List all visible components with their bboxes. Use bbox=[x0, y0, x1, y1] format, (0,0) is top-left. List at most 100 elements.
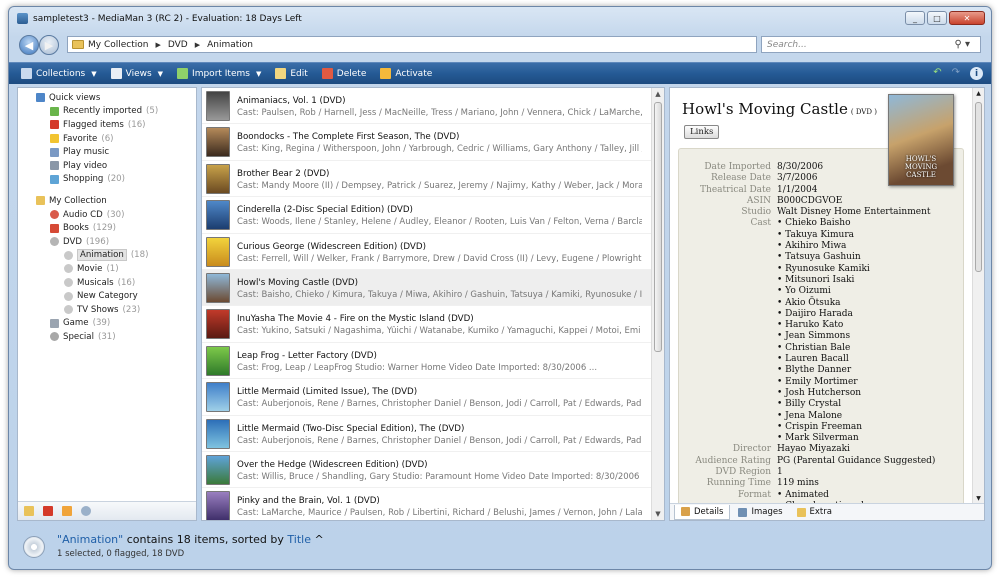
maximize-button[interactable]: □ bbox=[927, 11, 947, 25]
detail-field-row: • Mitsunori Isaki bbox=[685, 275, 965, 286]
detail-field-row: • Ryunosuke Kamiki bbox=[685, 264, 965, 275]
folder-icon[interactable] bbox=[24, 506, 34, 516]
help-icon[interactable]: i bbox=[970, 67, 983, 80]
list-item[interactable]: Curious George (Widescreen Edition) (DVD… bbox=[202, 234, 652, 270]
sidebar-item-musicals[interactable]: Musicals (16) bbox=[18, 276, 196, 290]
item-subtitle: Cast: Yukino, Satsuki / Nagashima, Yûich… bbox=[237, 326, 642, 337]
import-items-button[interactable]: Import Items ▼ bbox=[177, 68, 261, 79]
detail-field-label bbox=[685, 343, 777, 354]
detail-scrollbar[interactable]: ▲ ▼ bbox=[972, 88, 984, 504]
cover-image bbox=[206, 454, 230, 485]
sort-direction-icon[interactable]: ^ bbox=[314, 533, 323, 546]
undo-icon[interactable]: ↶ bbox=[933, 67, 941, 80]
shopping-icon bbox=[50, 174, 59, 184]
list-item[interactable]: Brother Bear 2 (DVD) Cast: Mandy Moore (I… bbox=[202, 161, 652, 198]
list-item-selected[interactable]: Howl's Moving Castle (DVD) Cast: Baisho, … bbox=[202, 269, 652, 307]
list-item[interactable]: Leap Frog - Letter Factory (DVD) Cast: Fr… bbox=[202, 343, 652, 380]
item-title: Animaniacs, Vol. 1 (DVD) bbox=[237, 96, 346, 106]
minimize-button[interactable]: _ bbox=[905, 11, 925, 25]
detail-field-value: • Mark Silverman bbox=[777, 433, 859, 444]
list-item[interactable]: Little Mermaid (Limited Issue), The (DVD… bbox=[202, 379, 652, 416]
links-button[interactable]: Links bbox=[684, 125, 720, 139]
detail-field-label: Audience Rating bbox=[695, 455, 771, 466]
list-scrollbar[interactable]: ▲ ▼ bbox=[651, 88, 664, 520]
item-subtitle: Cast: Baisho, Chieko / Kimura, Takuya / … bbox=[237, 289, 642, 300]
collections-label: Collections bbox=[36, 68, 86, 79]
breadcrumb-dvd[interactable]: DVD bbox=[168, 40, 188, 50]
sidebar-item-label: Play video bbox=[63, 160, 108, 171]
list-item[interactable]: InuYasha The Movie 4 - Fire on the Mysti… bbox=[202, 306, 652, 343]
sidebar-item-label: New Category bbox=[77, 291, 138, 302]
detail-field-row: • Josh Hutcherson bbox=[685, 388, 965, 399]
list-item[interactable]: Over the Hedge (Widescreen Edition) (DVD… bbox=[202, 452, 652, 489]
details-icon bbox=[681, 507, 690, 516]
tab-label: Images bbox=[751, 507, 783, 517]
redo-icon[interactable]: ↷ bbox=[952, 67, 960, 80]
back-button[interactable]: ◀ bbox=[19, 35, 39, 55]
cover-image bbox=[206, 91, 230, 121]
detail-format: ( DVD ) bbox=[850, 108, 877, 116]
detail-field-row: • Takuya Kimura bbox=[685, 230, 965, 241]
list-item[interactable]: Animaniacs, Vol. 1 (DVD) Cast: Paulsen, R… bbox=[202, 88, 652, 125]
search-input[interactable]: Search... ⚲ ▾ bbox=[761, 36, 981, 53]
sidebar-item-special[interactable]: Special (31) bbox=[18, 330, 196, 344]
views-button[interactable]: Views ▼ bbox=[110, 68, 163, 79]
sidebar-item-play-video[interactable]: Play video bbox=[18, 159, 196, 173]
sidebar-item-new-category[interactable]: New Category bbox=[18, 289, 196, 303]
scroll-up-icon[interactable]: ▲ bbox=[973, 88, 984, 99]
sidebar-item-play-music[interactable]: Play music bbox=[18, 145, 196, 159]
tab-extra[interactable]: Extra bbox=[791, 505, 838, 520]
detail-field-value: • Crispin Freeman bbox=[777, 421, 863, 432]
edit-button[interactable]: Edit bbox=[275, 68, 308, 79]
sidebar-item-audio-cd[interactable]: Audio CD (30) bbox=[18, 208, 196, 222]
breadcrumb-my-collection[interactable]: My Collection bbox=[88, 40, 148, 50]
scrollbar-thumb[interactable] bbox=[975, 102, 982, 272]
sidebar-item-tv-shows[interactable]: TV Shows (23) bbox=[18, 303, 196, 317]
cd-icon bbox=[50, 210, 59, 220]
video-icon bbox=[50, 161, 59, 171]
tab-label: Extra bbox=[809, 507, 832, 517]
tab-details[interactable]: Details bbox=[674, 504, 731, 520]
scroll-down-icon[interactable]: ▼ bbox=[652, 508, 664, 520]
sidebar-item-flagged-items[interactable]: Flagged items (16) bbox=[18, 118, 196, 132]
tab-images[interactable]: Images bbox=[732, 505, 788, 520]
flag-icon[interactable] bbox=[43, 506, 53, 516]
sidebar-item-shopping[interactable]: Shopping (20) bbox=[18, 173, 196, 187]
detail-field-row: • Christian Bale bbox=[685, 343, 965, 354]
detail-field-label: DVD Region bbox=[715, 467, 771, 478]
breadcrumb-separator-icon[interactable]: ▶ bbox=[195, 41, 200, 49]
my-collection-header[interactable]: My Collection bbox=[18, 194, 196, 208]
list-item[interactable]: Pinky and the Brain, Vol. 1 (DVD) Cast: L… bbox=[202, 488, 652, 520]
detail-field-label bbox=[685, 388, 777, 399]
breadcrumb-separator-icon[interactable]: ▶ bbox=[155, 41, 160, 49]
sidebar-item-favorite[interactable]: Favorite (6) bbox=[18, 132, 196, 146]
forward-button[interactable]: ▶ bbox=[39, 35, 59, 55]
cover-image bbox=[206, 200, 230, 231]
sidebar-item-dvd[interactable]: DVD (196) bbox=[18, 235, 196, 249]
app-window: sampletest3 - MediaMan 3 (RC 2) - Evalua… bbox=[8, 6, 992, 570]
import-icon bbox=[177, 68, 189, 79]
sidebar-item-books[interactable]: Books (129) bbox=[18, 221, 196, 235]
breadcrumb[interactable]: My Collection ▶ DVD ▶ Animation bbox=[67, 36, 757, 53]
sidebar-item-movie[interactable]: Movie (1) bbox=[18, 262, 196, 276]
search-icon[interactable] bbox=[81, 506, 91, 516]
scroll-up-icon[interactable]: ▲ bbox=[652, 88, 664, 100]
delete-button[interactable]: Delete bbox=[321, 68, 366, 79]
sidebar-item-recently-imported[interactable]: Recently imported (5) bbox=[18, 105, 196, 119]
sidebar-item-animation[interactable]: Animation (18) bbox=[18, 249, 196, 263]
sort-field-link[interactable]: Title bbox=[287, 533, 311, 546]
list-item[interactable]: Little Mermaid (Two-Disc Special Edition… bbox=[202, 416, 652, 452]
close-button[interactable]: ✕ bbox=[949, 11, 985, 25]
breadcrumb-animation[interactable]: Animation bbox=[207, 40, 253, 50]
sidebar-item-game[interactable]: Game (39) bbox=[18, 317, 196, 331]
activate-button[interactable]: Activate bbox=[380, 68, 432, 79]
list-item[interactable]: Boondocks - The Complete First Season, T… bbox=[202, 124, 652, 161]
item-subtitle: Cast: Mandy Moore (II) / Dempsey, Patric… bbox=[237, 180, 642, 191]
folder-up-icon[interactable] bbox=[62, 506, 72, 516]
search-icon[interactable]: ⚲ ▾ bbox=[954, 39, 970, 50]
collections-button[interactable]: Collections ▼ bbox=[21, 68, 97, 79]
scrollbar-thumb[interactable] bbox=[654, 102, 662, 352]
list-item[interactable]: Cinderella (2-Disc Special Edition) (DVD… bbox=[202, 197, 652, 234]
detail-field-row: • Blythe Danner bbox=[685, 365, 965, 376]
quick-views-header[interactable]: Quick views bbox=[18, 91, 196, 105]
